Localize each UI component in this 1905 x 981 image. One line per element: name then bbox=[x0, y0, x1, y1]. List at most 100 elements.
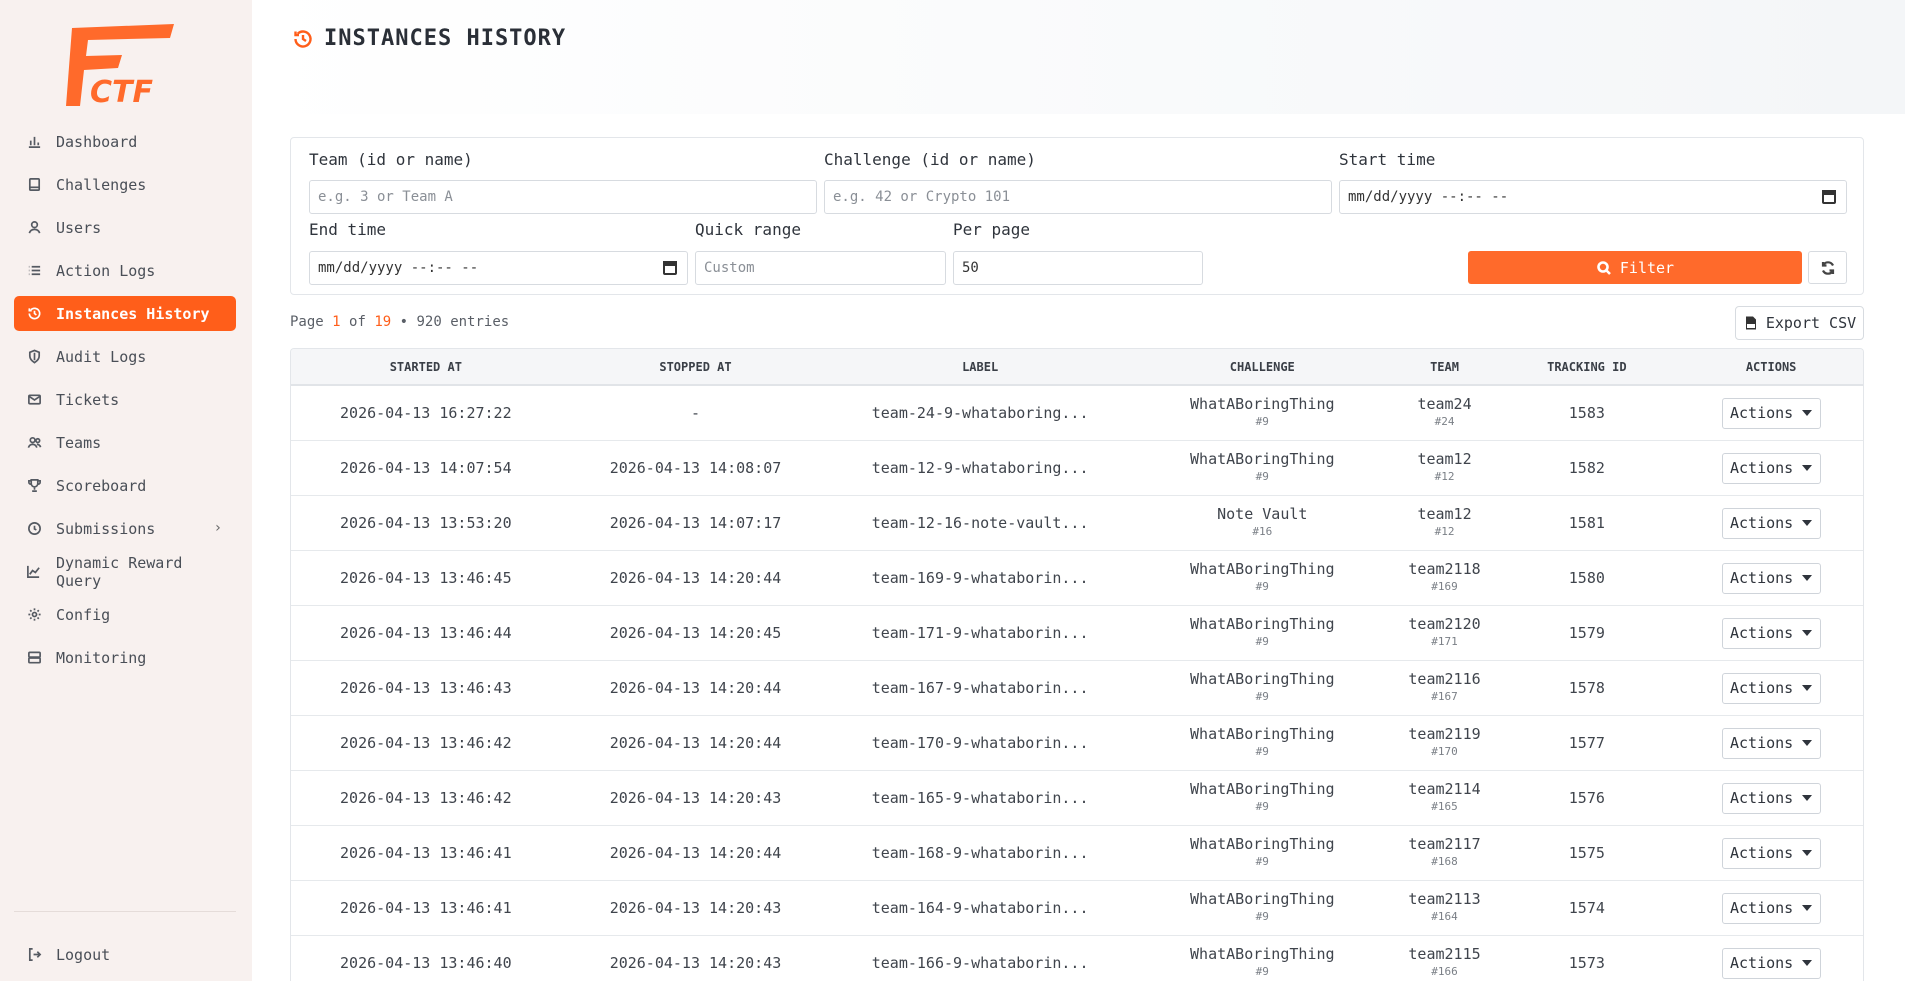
export-csv-button[interactable]: Export CSV bbox=[1735, 306, 1864, 340]
team-name: team24 bbox=[1417, 395, 1472, 413]
actions-dropdown-button[interactable]: Actions bbox=[1721, 947, 1821, 979]
history-icon bbox=[26, 306, 42, 322]
sidebar-item-dynamic-reward-query[interactable]: Dynamic Reward Query bbox=[14, 553, 236, 590]
team-id: #164 bbox=[1431, 910, 1458, 923]
started-at-cell: 2026-04-13 13:46:40 bbox=[340, 954, 512, 972]
end-time-input[interactable]: mm/dd/yyyy --:-- -- bbox=[309, 251, 688, 285]
actions-dropdown-button[interactable]: Actions bbox=[1721, 672, 1821, 704]
tracking-id-cell: 1573 bbox=[1568, 954, 1605, 972]
team-id: #165 bbox=[1431, 800, 1458, 813]
fctf-logo[interactable]: CTF bbox=[62, 20, 184, 110]
label-cell: team-12-9-whataboring... bbox=[871, 459, 1089, 477]
column-header-challenge[interactable]: CHALLENGE bbox=[1130, 360, 1395, 374]
actions-cell: Actions bbox=[1679, 617, 1863, 649]
team-filter-input[interactable]: e.g. 3 or Team A bbox=[309, 180, 817, 214]
calendar-icon[interactable] bbox=[663, 261, 677, 275]
column-header-team[interactable]: TEAM bbox=[1395, 360, 1495, 374]
actions-label: Actions bbox=[1730, 624, 1794, 642]
started-at-cell: 2026-04-13 13:46:43 bbox=[340, 679, 512, 697]
sidebar-item-tickets[interactable]: Tickets bbox=[14, 382, 236, 417]
actions-label: Actions bbox=[1730, 844, 1794, 862]
column-header-tracking-id[interactable]: TRACKING ID bbox=[1494, 360, 1679, 374]
bar-chart-icon bbox=[26, 134, 42, 150]
challenge-filter-label: Challenge (id or name) bbox=[824, 150, 1036, 169]
current-page: 1 bbox=[332, 314, 341, 330]
search-icon bbox=[1597, 260, 1611, 275]
sidebar-item-dashboard[interactable]: Dashboard bbox=[14, 124, 236, 159]
actions-cell: Actions bbox=[1679, 947, 1863, 979]
stopped-at-cell: 2026-04-13 14:20:43 bbox=[609, 789, 782, 807]
sidebar-item-instances-history[interactable]: Instances History bbox=[14, 296, 236, 331]
filter-button[interactable]: Filter bbox=[1468, 251, 1802, 284]
actions-dropdown-button[interactable]: Actions bbox=[1721, 617, 1821, 649]
started-at-cell: 2026-04-13 13:53:20 bbox=[340, 514, 512, 532]
table-row: 2026-04-13 13:46:42 2026-04-13 14:20:43 te… bbox=[291, 771, 1863, 826]
column-header-actions: ACTIONS bbox=[1745, 359, 1797, 374]
stopped-at-cell: 2026-04-13 14:20:43 bbox=[609, 899, 782, 917]
actions-label: Actions bbox=[1730, 679, 1794, 697]
team-cell: team2116 #167 bbox=[1395, 671, 1495, 705]
started-at-cell: 2026-04-13 13:46:44 bbox=[340, 624, 512, 642]
challenge-id: #9 bbox=[1255, 690, 1269, 703]
page-prefix: Page bbox=[290, 314, 324, 330]
sidebar-item-challenges[interactable]: Challenges bbox=[14, 167, 236, 202]
sidebar-item-users[interactable]: Users bbox=[14, 210, 236, 245]
actions-dropdown-button[interactable]: Actions bbox=[1721, 782, 1821, 814]
sidebar-item-action-logs[interactable]: Action Logs bbox=[14, 253, 236, 288]
column-header-label[interactable]: LABEL bbox=[830, 360, 1130, 374]
tracking-id-cell: 1583 bbox=[1568, 404, 1605, 422]
actions-dropdown-button[interactable]: Actions bbox=[1721, 837, 1821, 869]
label-cell: team-168-9-whataborin... bbox=[871, 844, 1089, 862]
calendar-icon[interactable] bbox=[1822, 190, 1836, 204]
actions-dropdown-button[interactable]: Actions bbox=[1721, 452, 1821, 484]
mail-icon bbox=[26, 392, 42, 408]
table-row: 2026-04-13 13:46:41 2026-04-13 14:20:43 te… bbox=[291, 881, 1863, 936]
quick-range-select[interactable]: Custom bbox=[695, 251, 946, 285]
quick-range-label: Quick range bbox=[695, 220, 801, 239]
sidebar-item-config[interactable]: Config bbox=[14, 597, 236, 632]
started-at-cell: 2026-04-13 13:46:41 bbox=[340, 899, 512, 917]
team-cell: team2120 #171 bbox=[1395, 616, 1495, 650]
sidebar-item-label: Users bbox=[56, 218, 102, 237]
page-of: of bbox=[349, 314, 366, 330]
tracking-id-cell: 1578 bbox=[1568, 679, 1605, 697]
actions-label: Actions bbox=[1730, 459, 1794, 477]
sidebar-item-label: Dynamic Reward Query bbox=[55, 553, 183, 590]
challenge-name: WhatABoringThing bbox=[1190, 780, 1335, 798]
challenge-name: WhatABoringThing bbox=[1190, 890, 1335, 908]
start-time-input[interactable]: mm/dd/yyyy --:-- -- bbox=[1339, 180, 1847, 214]
sidebar-item-monitoring[interactable]: Monitoring bbox=[14, 640, 236, 675]
actions-label: Actions bbox=[1730, 734, 1794, 752]
start-time-value: mm/dd/yyyy --:-- -- bbox=[1348, 189, 1509, 205]
challenge-id: #9 bbox=[1255, 800, 1269, 813]
sidebar-item-teams[interactable]: Teams bbox=[14, 425, 236, 460]
stopped-at-cell: 2026-04-13 14:20:44 bbox=[609, 679, 782, 697]
team-id: #166 bbox=[1431, 965, 1458, 978]
challenge-filter-input[interactable]: e.g. 42 or Crypto 101 bbox=[824, 180, 1332, 214]
started-at-cell: 2026-04-13 13:46:42 bbox=[340, 789, 512, 807]
sidebar-item-audit-logs[interactable]: Audit Logs bbox=[14, 339, 236, 374]
actions-dropdown-button[interactable]: Actions bbox=[1721, 562, 1821, 594]
chevron-right-icon[interactable]: › bbox=[214, 520, 222, 536]
challenge-cell: WhatABoringThing #9 bbox=[1130, 561, 1395, 595]
label-cell: team-166-9-whataborin... bbox=[871, 954, 1089, 972]
start-time-label: Start time bbox=[1339, 150, 1436, 169]
per-page-input[interactable]: 50 bbox=[953, 251, 1203, 285]
team-name: team2119 bbox=[1408, 725, 1481, 743]
refresh-button[interactable] bbox=[1808, 251, 1847, 284]
actions-dropdown-button[interactable]: Actions bbox=[1721, 892, 1821, 924]
team-name: team2113 bbox=[1408, 890, 1481, 908]
label-cell: team-170-9-whataborin... bbox=[871, 734, 1089, 752]
actions-dropdown-button[interactable]: Actions bbox=[1721, 507, 1821, 539]
stopped-at-cell: 2026-04-13 14:20:45 bbox=[609, 624, 782, 642]
sidebar-item-scoreboard[interactable]: Scoreboard bbox=[14, 468, 236, 503]
actions-dropdown-button[interactable]: Actions bbox=[1721, 397, 1821, 429]
column-header-started-at[interactable]: STARTED AT bbox=[291, 360, 561, 374]
team-name: team2116 bbox=[1408, 670, 1481, 688]
sidebar-item-submissions[interactable]: Submissions › bbox=[14, 511, 236, 546]
actions-dropdown-button[interactable]: Actions bbox=[1721, 727, 1821, 759]
logout-button[interactable]: Logout bbox=[14, 937, 236, 972]
column-header-stopped-at[interactable]: STOPPED AT bbox=[561, 360, 831, 374]
team-cell: team2114 #165 bbox=[1395, 781, 1495, 815]
check-circle-icon bbox=[26, 521, 42, 537]
